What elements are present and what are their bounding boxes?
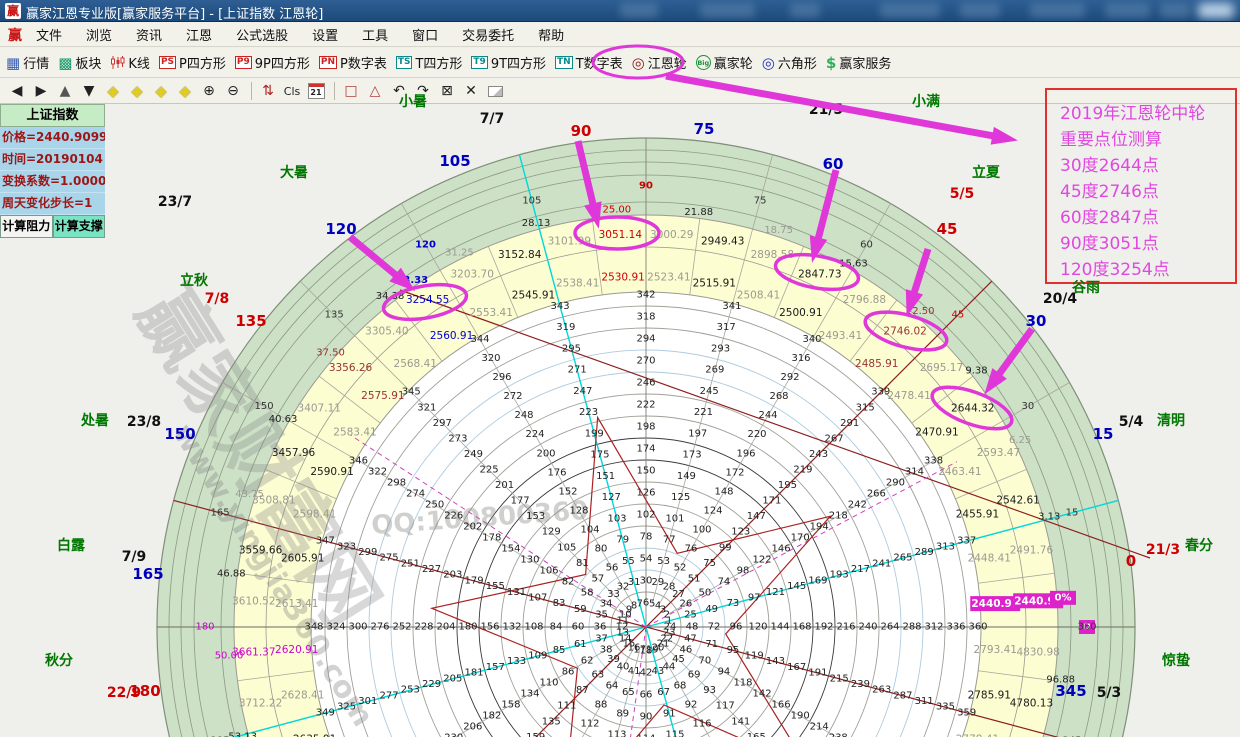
instrument-title: 上证指数 — [0, 104, 105, 127]
toolbar-button-t-square[interactable]: TST四方形 — [396, 53, 463, 72]
window-title: 赢家江恩专业版[赢家服务平台] - [上证指数 江恩轮] — [26, 3, 323, 22]
rotate-ccw-button[interactable]: ↶ — [388, 81, 410, 101]
menu-item-9[interactable]: 帮助 — [538, 29, 564, 44]
menu-logo-icon: 赢 — [8, 25, 22, 45]
annotation-box: 2019年江恩轮中轮重要点位测算30度2644点45度2746点60度2847点… — [1045, 88, 1237, 284]
annotation-line: 90度3051点 — [1060, 231, 1235, 257]
badge-TN: TN — [555, 56, 573, 69]
cls-button[interactable]: Cls — [281, 81, 303, 101]
annotation-line: 120度3254点 — [1060, 257, 1235, 283]
calendar-button[interactable]: 21 — [305, 81, 327, 101]
menu-item-1[interactable]: 浏览 — [86, 29, 112, 44]
panel-row-1: 时间=20190104 — [0, 149, 105, 171]
app-logo-icon: 赢 — [5, 3, 21, 19]
delete-box-button[interactable]: ⊠ — [436, 81, 458, 101]
menu-bar: 赢 文件 浏览 资讯 江恩 公式选股 设置 工具 窗口 交易委托 帮助 — [0, 23, 1240, 47]
menu-item-5[interactable]: 设置 — [312, 29, 338, 44]
calc-support-button[interactable]: 计算支撑 — [53, 215, 106, 238]
nav-right-button[interactable]: ▶ — [30, 81, 52, 101]
annotation-line: 45度2746点 — [1060, 179, 1235, 205]
wheel-icon: ◎ — [632, 54, 645, 72]
panel-row-0: 价格=2440.9099 — [0, 127, 105, 149]
menu-item-6[interactable]: 工具 — [362, 29, 388, 44]
collapse-button[interactable]: ✕ — [460, 81, 482, 101]
rect-tool-button[interactable]: □ — [340, 81, 362, 101]
menu-item-7[interactable]: 窗口 — [412, 29, 438, 44]
nav-left-button[interactable]: ◀ — [6, 81, 28, 101]
easel-button[interactable] — [484, 81, 506, 101]
toolbar-button-9p-square[interactable]: P99P四方形 — [235, 53, 310, 72]
price-axis-button[interactable]: ⇅ — [257, 81, 279, 101]
toolbar-button-hexagon[interactable]: ◎六角形 — [762, 53, 817, 72]
menu-item-8[interactable]: 交易委托 — [462, 29, 514, 44]
badge-PS: PS — [159, 56, 176, 69]
toolbar-separator — [251, 82, 252, 100]
nav-down-button[interactable]: ▼ — [78, 81, 100, 101]
shift-down-button[interactable]: ◈ — [174, 81, 196, 101]
main-toolbar: ▦行情 ▩板块 K线 PSP四方形 P99P四方形 PNP数字表 TST四方形 T99T四方形… — [0, 48, 1240, 78]
zoom-in-button[interactable]: ⊕ — [198, 81, 220, 101]
hexagon-icon: ◎ — [762, 54, 775, 72]
annotation-line: 重要点位测算 — [1060, 127, 1235, 153]
shift-right-button[interactable]: ◈ — [126, 81, 148, 101]
easel-icon — [488, 86, 503, 97]
shift-left-button[interactable]: ◈ — [102, 81, 124, 101]
annotation-line: 30度2644点 — [1060, 153, 1235, 179]
calendar-icon: 21 — [308, 83, 325, 99]
instrument-panel: 上证指数 价格=2440.9099时间=20190104变换系数=1.00000… — [0, 104, 105, 238]
window-titlebar: 赢 赢家江恩专业版[赢家服务平台] - [上证指数 江恩轮] — [0, 0, 1240, 22]
badge-TS: TS — [396, 56, 413, 69]
annotation-line: 2019年江恩轮中轮 — [1060, 101, 1235, 127]
menu-item-2[interactable]: 资讯 — [136, 29, 162, 44]
table-grid-icon: ▦ — [6, 54, 20, 72]
toolbar-button-9t-square[interactable]: T99T四方形 — [471, 53, 546, 72]
candlestick-icon — [110, 55, 125, 70]
menu-item-3[interactable]: 江恩 — [186, 29, 212, 44]
toolbar-button-kline[interactable]: K线 — [110, 53, 150, 72]
panel-row-3: 周天变化步长=1 — [0, 193, 105, 215]
triangle-tool-button[interactable]: △ — [364, 81, 386, 101]
annotation-line: 60度2847点 — [1060, 205, 1235, 231]
calc-resistance-button[interactable]: 计算阻力 — [0, 215, 53, 238]
toolbar-button-sectors[interactable]: ▩板块 — [58, 53, 101, 72]
toolbar-button-winner-wheel[interactable]: Big赢家轮 — [696, 53, 753, 72]
toolbar-button-gann-wheel[interactable]: ◎江恩轮 — [632, 53, 687, 72]
menu-item-4[interactable]: 公式选股 — [236, 29, 288, 44]
toolbar-button-quotes[interactable]: ▦行情 — [6, 53, 49, 72]
badge-PN: PN — [319, 56, 337, 69]
toolbar-separator — [334, 82, 335, 100]
big-circle-icon: Big — [696, 55, 711, 70]
zoom-out-button[interactable]: ⊖ — [222, 81, 244, 101]
rotate-cw-button[interactable]: ↷ — [412, 81, 434, 101]
menu-item-0[interactable]: 文件 — [36, 29, 62, 44]
badge-T9: T9 — [471, 56, 487, 69]
shift-up-button[interactable]: ◈ — [150, 81, 172, 101]
toolbar-button-p-table[interactable]: PNP数字表 — [319, 53, 387, 72]
panel-row-2: 变换系数=1.00000 — [0, 171, 105, 193]
toolbar-button-t-table[interactable]: TNT数字表 — [555, 53, 623, 72]
badge-P9: P9 — [235, 56, 252, 69]
nav-up-button[interactable]: ▲ — [54, 81, 76, 101]
blocks-icon: ▩ — [58, 54, 72, 72]
dollar-icon: $ — [826, 54, 836, 72]
toolbar-button-p-square[interactable]: PSP四方形 — [159, 53, 226, 72]
toolbar-button-winner-service[interactable]: $赢家服务 — [826, 53, 891, 72]
